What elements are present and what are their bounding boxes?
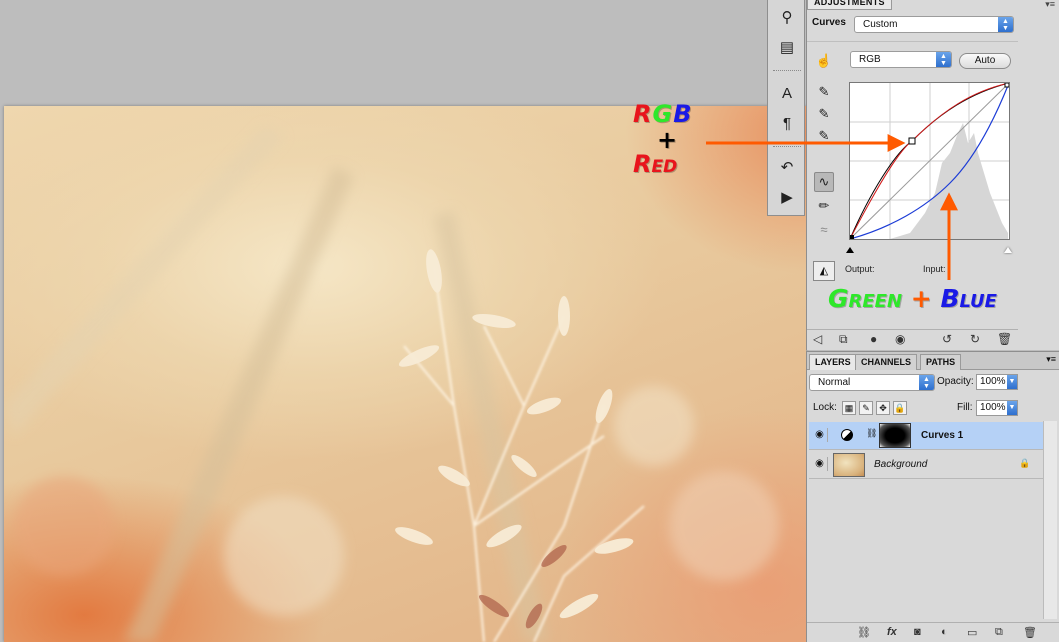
auto-button[interactable]: Auto (959, 53, 1011, 69)
select-arrows-icon: ▲ ▼ (919, 375, 934, 390)
tab-layers[interactable]: LAYERS (809, 354, 857, 370)
layer-comp-icon[interactable]: ▤ (776, 36, 798, 58)
visibility-eye-icon[interactable]: ◉ (812, 428, 828, 442)
annotation-green-blue: Green + Blue (828, 284, 997, 313)
lock-pixels-icon[interactable]: ✎ (859, 401, 873, 415)
opacity-field[interactable]: 100% ▼ (976, 374, 1018, 390)
visibility-eye-icon[interactable]: ◉ (895, 332, 905, 346)
curves-graph[interactable] (849, 82, 1010, 240)
paragraph-icon[interactable]: ¶ (776, 112, 798, 134)
layer-row-background[interactable]: ◉ Background 🔒 (809, 451, 1043, 479)
back-arrow-icon[interactable]: ◁ (813, 332, 822, 346)
reset-icon[interactable]: ↻ (970, 332, 980, 346)
layers-footer: ⛓ fx ◙ ◐ ▭ ⧉ 🗑 (807, 622, 1059, 642)
tool-separator (773, 146, 801, 147)
fill-field[interactable]: 100% ▼ (976, 400, 1018, 416)
document-canvas[interactable] (4, 106, 806, 642)
blend-mode-value: Normal (818, 377, 851, 388)
view-previous-icon[interactable]: ↺ (942, 332, 952, 346)
lock-label: Lock: (813, 402, 837, 413)
link-chain-icon[interactable]: ⛓ (866, 428, 877, 439)
trash-icon[interactable]: 🗑 (1023, 626, 1037, 639)
black-point-slider[interactable] (846, 247, 854, 253)
annotation-g: G (652, 100, 674, 128)
layers-panel: LAYERS CHANNELS PATHS ▾≡ Normal ▲ ▼ Opaci… (806, 351, 1059, 642)
curve-point-tool-icon[interactable]: ∿ (814, 172, 834, 192)
add-mask-icon[interactable]: ◙ (914, 626, 921, 638)
annotation-plus-2: + (910, 284, 932, 313)
divider (807, 41, 1018, 42)
adjustments-footer: ◁ ⧉ ● ◉ ↺ ↻ 🗑 (807, 329, 1018, 349)
annotation-blue: Blue (940, 284, 997, 313)
panel-menu-icon[interactable]: ▾≡ (1046, 354, 1056, 365)
layer-style-icon[interactable]: fx (887, 626, 897, 638)
layer-name[interactable]: Curves 1 (921, 430, 963, 441)
curves-label: Curves (812, 17, 846, 28)
history-icon[interactable]: ↶ (776, 156, 798, 178)
black-eyedropper-icon[interactable]: ✎ (814, 82, 834, 102)
channel-select[interactable]: RGB ▲ ▼ (850, 51, 952, 68)
opacity-label: Opacity: (937, 376, 974, 387)
new-layer-icon[interactable]: ⧉ (995, 626, 1003, 639)
character-icon[interactable]: A (776, 82, 798, 104)
tool-separator (773, 70, 801, 71)
on-image-adjust-icon[interactable]: ☝ (814, 51, 834, 71)
target-adjust-icon[interactable]: ⚲ (776, 6, 798, 28)
expand-view-icon[interactable]: ⧉ (839, 332, 848, 347)
select-arrows-icon: ▲ ▼ (998, 17, 1013, 32)
smooth-icon[interactable]: ≈ (814, 219, 834, 239)
trash-icon[interactable]: 🗑 (997, 332, 1012, 346)
dropdown-arrow-icon[interactable]: ▼ (1007, 401, 1017, 415)
layer-mask-thumbnail[interactable] (879, 423, 911, 448)
blend-mode-select[interactable]: Normal ▲ ▼ (809, 374, 935, 391)
select-arrows-icon: ▲ ▼ (936, 52, 951, 67)
fill-value: 100% (980, 402, 1006, 413)
lock-all-icon[interactable]: 🔒 (893, 401, 907, 415)
tab-channels[interactable]: CHANNELS (855, 354, 918, 370)
grass-photo (4, 126, 779, 642)
dropdown-arrow-icon[interactable]: ▼ (1007, 375, 1017, 389)
white-point-slider[interactable] (1004, 247, 1012, 253)
new-adjustment-icon[interactable]: ◐ (941, 626, 948, 638)
adjustments-tab[interactable]: ADJUSTMENTS (807, 0, 892, 10)
layers-tab-bar: LAYERS CHANNELS PATHS ▾≡ (807, 352, 1059, 370)
annotation-green: Green (828, 284, 903, 313)
annotation-red: Red (633, 150, 678, 178)
input-label: Input: (923, 264, 946, 274)
opacity-value: 100% (980, 376, 1006, 387)
lock-icon: 🔒 (1019, 458, 1031, 468)
visibility-eye-icon[interactable]: ◉ (812, 457, 828, 471)
clipping-icon[interactable]: ◭ (813, 261, 835, 281)
adjustment-layer-icon (841, 429, 853, 441)
tab-paths[interactable]: PATHS (920, 354, 962, 370)
output-label: Output: (845, 264, 875, 274)
panel-menu-icon[interactable]: ▾≡ (1045, 0, 1055, 10)
channel-value: RGB (859, 54, 881, 65)
layer-name[interactable]: Background (874, 459, 927, 470)
gray-eyedropper-icon[interactable]: ✎ (814, 104, 834, 124)
annotation-r: R (633, 100, 653, 128)
layer-thumbnail[interactable] (833, 453, 865, 477)
pencil-tool-icon[interactable]: ✏ (814, 196, 834, 216)
action-icon[interactable]: ▶ (776, 186, 798, 208)
lock-transparency-icon[interactable]: ▦ (842, 401, 856, 415)
tool-strip: ⚲ ▤ A ¶ ↶ ▶ (767, 0, 805, 216)
layers-scrollbar[interactable] (1043, 421, 1057, 619)
fill-label: Fill: (957, 402, 973, 413)
annotation-b: B (673, 100, 693, 128)
new-group-icon[interactable]: ▭ (967, 626, 977, 639)
lock-position-icon[interactable]: ✥ (876, 401, 890, 415)
link-layers-icon[interactable]: ⛓ (857, 626, 871, 639)
preset-select[interactable]: Custom ▲ ▼ (854, 16, 1014, 33)
clip-to-layer-icon[interactable]: ● (870, 332, 877, 346)
layer-row-curves[interactable]: ◉ ⛓ Curves 1 (809, 422, 1043, 450)
annotation-rgb: RGB (633, 100, 692, 128)
preset-value: Custom (863, 19, 898, 30)
white-eyedropper-icon[interactable]: ✎ (814, 126, 834, 146)
